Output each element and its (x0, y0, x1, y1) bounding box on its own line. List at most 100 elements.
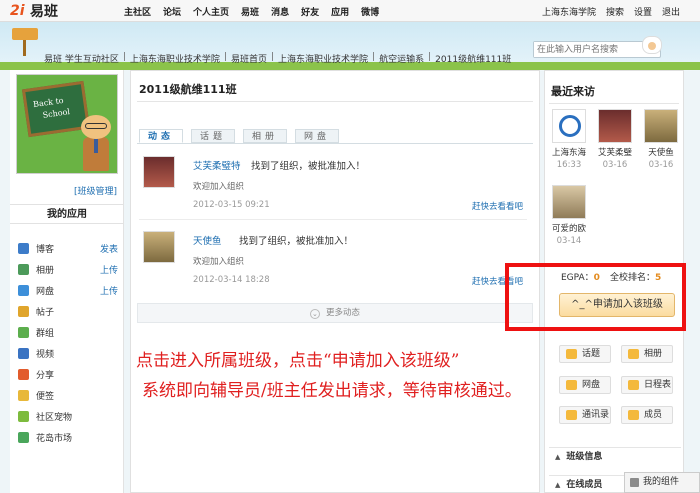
nav-item-friends[interactable]: 好友 (301, 5, 319, 18)
quick-topics-button[interactable]: 话题 (559, 345, 611, 363)
main-nav: 主社区 论坛 个人主页 易班 消息 好友 应用 微博 (124, 5, 379, 18)
blog-icon (18, 243, 29, 254)
tab-activity[interactable]: 动态 (139, 129, 183, 143)
triangle-up-icon: ▲ (555, 481, 561, 489)
class-info-panel-toggle[interactable]: ▲ 班级信息 (549, 447, 681, 465)
more-activity-button[interactable]: ⌄ 更多动态 (137, 303, 533, 323)
quick-contacts-button[interactable]: 通讯录 (559, 406, 611, 424)
pet-icon (18, 411, 29, 422)
main-content: 2011级航维111班 动态 话题 相册 网盘 艾芙柔璧特 找到了组织，被批准加… (130, 70, 540, 493)
disk-icon (566, 380, 577, 390)
app-item-blog[interactable]: 博客 发表 (18, 238, 118, 259)
logo[interactable]: 2i 易班 (10, 2, 58, 20)
feed-item: 天使鱼 找到了组织，被批准加入！ 欢迎加入组织 2012-03-14 18:28… (139, 231, 529, 295)
app-item-video[interactable]: 视频 (18, 343, 118, 364)
nav-item-profile[interactable]: 个人主页 (193, 5, 229, 18)
app-list: 博客 发表 相册 上传 网盘 上传 帖子 群组 视频 分享 便签 社区宠物 花岛市场 (18, 238, 118, 448)
feed-time: 2012-03-15 09:21 (193, 200, 270, 210)
app-item-share[interactable]: 分享 (18, 364, 118, 385)
breadcrumb: 易班 学生互动社区 | 上海东海职业技术学院 | 易班首页 | 上海东海职业技术学院 |… (44, 52, 512, 65)
logo-text: 易班 (30, 4, 58, 20)
visitor-item[interactable]: 艾芙柔璧 03-16 (593, 109, 637, 179)
nav-search-link[interactable]: 搜索 (606, 5, 624, 18)
divider (137, 101, 533, 102)
my-widgets-button[interactable]: 我的组件 (624, 472, 700, 493)
tab-topics[interactable]: 话题 (191, 129, 235, 143)
album-icon (628, 349, 639, 359)
user-search-input[interactable] (534, 42, 644, 57)
tab-disk[interactable]: 网盘 (295, 129, 339, 143)
my-apps-title: 我的应用 (10, 204, 124, 224)
feed-time: 2012-03-14 18:28 (193, 275, 270, 285)
class-avatar: Back to School (16, 74, 118, 174)
quick-calendar-button[interactable]: 日程表 (621, 376, 673, 394)
app-item-groups[interactable]: 群组 (18, 322, 118, 343)
nav-logout-link[interactable]: 退出 (662, 5, 680, 18)
breadcrumb-item[interactable]: 易班 学生互动社区 (44, 52, 119, 65)
market-icon (18, 432, 29, 443)
breadcrumb-item[interactable]: 上海东海职业技术学院 (130, 52, 220, 65)
topics-icon (566, 349, 577, 359)
quick-album-button[interactable]: 相册 (621, 345, 673, 363)
groups-icon (18, 327, 29, 338)
feed-see-link[interactable]: 赶快去看看吧 (472, 200, 523, 212)
user-avatar[interactable] (143, 156, 175, 188)
chalkboard-text-2: School (42, 107, 71, 120)
class-title: 2011级航维111班 (139, 83, 237, 96)
video-icon (18, 348, 29, 359)
app-item-market[interactable]: 花岛市场 (18, 427, 118, 448)
nav-settings-link[interactable]: 设置 (634, 5, 652, 18)
yiban-logo-icon: 2i (10, 3, 25, 19)
nav-item-home[interactable]: 主社区 (124, 5, 151, 18)
class-manage-link[interactable]: [班级管理] (74, 184, 117, 197)
visitor-item[interactable]: 上海东海 16:33 (547, 109, 591, 179)
feed-action-text: 找到了组织，被批准加入！ (239, 236, 354, 247)
user-avatar (552, 185, 586, 219)
album-icon (18, 264, 29, 275)
visitor-item[interactable]: 可爱的欧 03-14 (547, 185, 591, 255)
annotation-line-2: 系统即向辅导员/班主任发出请求，等待审核通过。 (142, 381, 522, 401)
nav-item-messages[interactable]: 消息 (271, 5, 289, 18)
nav-item-yiban[interactable]: 易班 (241, 5, 259, 18)
visitor-item[interactable]: 天使鱼 03-16 (639, 109, 683, 179)
triangle-up-icon: ▲ (555, 453, 561, 461)
quick-disk-button[interactable]: 网盘 (559, 376, 611, 394)
app-item-notes[interactable]: 便签 (18, 385, 118, 406)
breadcrumb-item[interactable]: 上海东海职业技术学院 (278, 52, 368, 65)
feed-subtext: 欢迎加入组织 (193, 257, 245, 267)
bear-teacher-icon (79, 115, 113, 171)
content-tabs: 动态 话题 相册 网盘 (139, 129, 347, 143)
contacts-icon (566, 410, 577, 420)
divider (137, 143, 533, 144)
album-upload-link[interactable]: 上传 (100, 263, 118, 276)
app-item-pet[interactable]: 社区宠物 (18, 406, 118, 427)
disk-upload-link[interactable]: 上传 (100, 284, 118, 297)
user-avatar[interactable] (143, 231, 175, 263)
nav-item-forum[interactable]: 论坛 (163, 5, 181, 18)
app-item-posts[interactable]: 帖子 (18, 301, 118, 322)
highlight-box (505, 263, 686, 331)
feed-user-name[interactable]: 艾芙柔璧特 (193, 158, 241, 172)
widget-icon (630, 478, 639, 487)
feed-user-name[interactable]: 天使鱼 (193, 233, 222, 247)
user-avatar (644, 109, 678, 143)
quick-members-button[interactable]: 成员 (621, 406, 673, 424)
divider (549, 103, 679, 104)
mascot-icon (642, 36, 662, 54)
blog-post-link[interactable]: 发表 (100, 242, 118, 255)
tab-album[interactable]: 相册 (243, 129, 287, 143)
disk-icon (18, 285, 29, 296)
nav-item-weibo[interactable]: 微博 (361, 5, 379, 18)
app-item-album[interactable]: 相册 上传 (18, 259, 118, 280)
user-avatar (598, 109, 632, 143)
divider (139, 219, 527, 220)
breadcrumb-item[interactable]: 2011级航维111班 (435, 52, 511, 65)
top-navbar: 2i 易班 主社区 论坛 个人主页 易班 消息 好友 应用 微博 上海东海学院 … (0, 0, 700, 22)
feed-item: 艾芙柔璧特 找到了组织，被批准加入！ 欢迎加入组织 2012-03-15 09:… (139, 156, 529, 220)
share-icon (18, 369, 29, 380)
breadcrumb-item[interactable]: 航空运输系 (379, 52, 424, 65)
breadcrumb-item[interactable]: 易班首页 (231, 52, 267, 65)
nav-school-link[interactable]: 上海东海学院 (542, 5, 596, 18)
app-item-disk[interactable]: 网盘 上传 (18, 280, 118, 301)
nav-item-apps[interactable]: 应用 (331, 5, 349, 18)
